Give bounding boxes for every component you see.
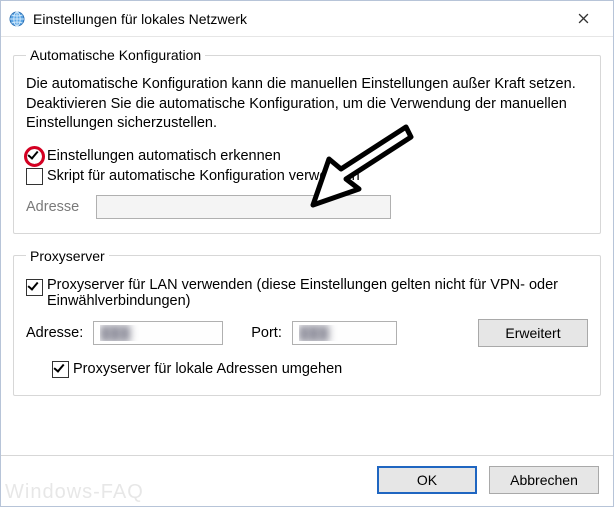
auto-detect-row: Einstellungen automatisch erkennen (26, 148, 588, 165)
lan-settings-window: Einstellungen für lokales Netzwerk Autom… (0, 0, 614, 507)
internet-options-icon (9, 11, 25, 27)
close-button[interactable] (561, 4, 605, 34)
window-title: Einstellungen für lokales Netzwerk (33, 11, 561, 27)
auto-script-address-row: Adresse (26, 195, 588, 219)
auto-detect-label: Einstellungen automatisch erkennen (47, 148, 281, 164)
proxy-server-legend: Proxyserver (26, 248, 109, 264)
proxy-address-row: Adresse: Port: Erweitert (26, 319, 588, 347)
proxy-bypass-row: Proxyserver für lokale Adressen umgehen (52, 361, 588, 378)
titlebar: Einstellungen für lokales Netzwerk (1, 1, 613, 37)
proxy-use-checkbox[interactable] (26, 279, 43, 296)
proxy-server-group: Proxyserver Proxyserver für LAN verwende… (13, 248, 601, 396)
auto-script-address-input (96, 195, 391, 219)
proxy-bypass-label: Proxyserver für lokale Adressen umgehen (73, 361, 342, 377)
close-icon (578, 13, 589, 24)
proxy-port-input[interactable] (292, 321, 397, 345)
proxy-port-label: Port: (251, 325, 282, 341)
proxy-use-row: Proxyserver für LAN verwenden (diese Ein… (26, 277, 588, 309)
dialog-footer: OK Abbrechen (1, 455, 613, 506)
dialog-body: Automatische Konfiguration Die automatis… (1, 37, 613, 455)
automatic-configuration-group: Automatische Konfiguration Die automatis… (13, 47, 601, 234)
proxy-address-label: Adresse: (26, 325, 83, 341)
proxy-use-label: Proxyserver für LAN verwenden (diese Ein… (47, 277, 588, 309)
auto-script-row: Skript für automatische Konfiguration ve… (26, 168, 588, 185)
auto-script-label: Skript für automatische Konfiguration ve… (47, 168, 360, 184)
advanced-button[interactable]: Erweitert (478, 319, 588, 347)
auto-detect-checkbox[interactable] (26, 148, 43, 165)
ok-button[interactable]: OK (377, 466, 477, 494)
auto-script-address-label: Adresse (26, 199, 96, 215)
proxy-bypass-checkbox[interactable] (52, 361, 69, 378)
cancel-button[interactable]: Abbrechen (489, 466, 599, 494)
proxy-address-input[interactable] (93, 321, 223, 345)
automatic-configuration-desc: Die automatische Konfiguration kann die … (26, 75, 588, 134)
auto-script-checkbox[interactable] (26, 168, 43, 185)
automatic-configuration-legend: Automatische Konfiguration (26, 47, 205, 63)
